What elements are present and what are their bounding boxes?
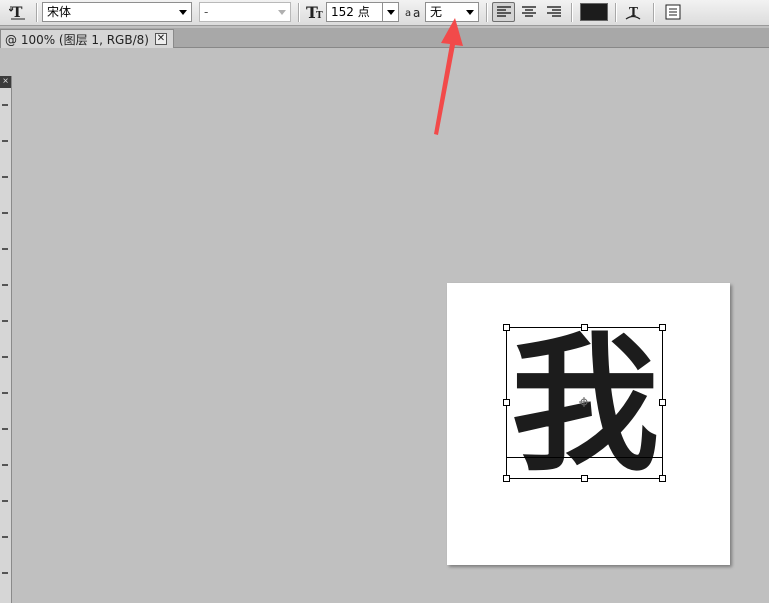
font-style-value: -	[204, 5, 209, 19]
transform-handle-top[interactable]	[581, 324, 588, 331]
warp-text-icon: T	[625, 5, 641, 20]
chevron-down-icon[interactable]	[462, 3, 478, 21]
align-right-button[interactable]	[542, 2, 565, 22]
align-center-icon	[521, 6, 536, 17]
character-panel-icon	[665, 4, 681, 20]
align-right-icon	[546, 6, 561, 17]
font-size-icon: TT	[304, 2, 326, 22]
document-canvas[interactable]: 我	[447, 283, 730, 565]
options-toolbar: T 宋体 - TT 152 点 aa 无 T	[0, 0, 769, 26]
warp-text-button[interactable]: T	[622, 2, 644, 22]
tools-panel: ×	[0, 76, 12, 603]
align-center-button[interactable]	[517, 2, 540, 22]
document-tab[interactable]: @ 100% (图层 1, RGB/8) ✕	[0, 29, 174, 48]
font-family-select[interactable]: 宋体	[42, 2, 192, 22]
transform-handle-bottom-right[interactable]	[659, 475, 666, 482]
svg-text:a: a	[413, 6, 420, 20]
antialias-select[interactable]: 无	[425, 2, 479, 22]
antialias-icon: aa	[404, 2, 424, 22]
close-icon[interactable]: ✕	[154, 33, 167, 45]
text-tool-icon[interactable]: T	[8, 2, 28, 22]
transform-handle-top-left[interactable]	[503, 324, 510, 331]
svg-text:T: T	[316, 11, 323, 21]
text-color-swatch[interactable]	[580, 3, 608, 21]
chevron-down-icon[interactable]	[382, 3, 398, 21]
align-left-icon	[496, 6, 511, 17]
document-tab-title: @ 100% (图层 1, RGB/8)	[5, 32, 149, 47]
antialias-value: 无	[430, 5, 443, 19]
chevron-down-icon[interactable]	[175, 3, 191, 21]
text-baseline	[506, 457, 663, 458]
svg-text:a: a	[405, 8, 411, 19]
chevron-down-icon[interactable]	[274, 3, 290, 21]
font-style-select[interactable]: -	[199, 2, 291, 22]
transform-handle-left[interactable]	[503, 399, 510, 406]
pivot-point-icon[interactable]	[579, 397, 589, 407]
tools-panel-header[interactable]: ×	[0, 76, 11, 88]
font-size-value: 152 点	[331, 5, 370, 19]
character-panel-button[interactable]	[662, 2, 684, 22]
font-size-select[interactable]: 152 点	[326, 2, 399, 22]
transform-handle-bottom[interactable]	[581, 475, 588, 482]
document-tab-bar: @ 100% (图层 1, RGB/8) ✕	[0, 28, 769, 48]
transform-handle-top-right[interactable]	[659, 324, 666, 331]
align-left-button[interactable]	[492, 2, 515, 22]
transform-handle-bottom-left[interactable]	[503, 475, 510, 482]
transform-handle-right[interactable]	[659, 399, 666, 406]
font-family-value: 宋体	[47, 5, 72, 19]
